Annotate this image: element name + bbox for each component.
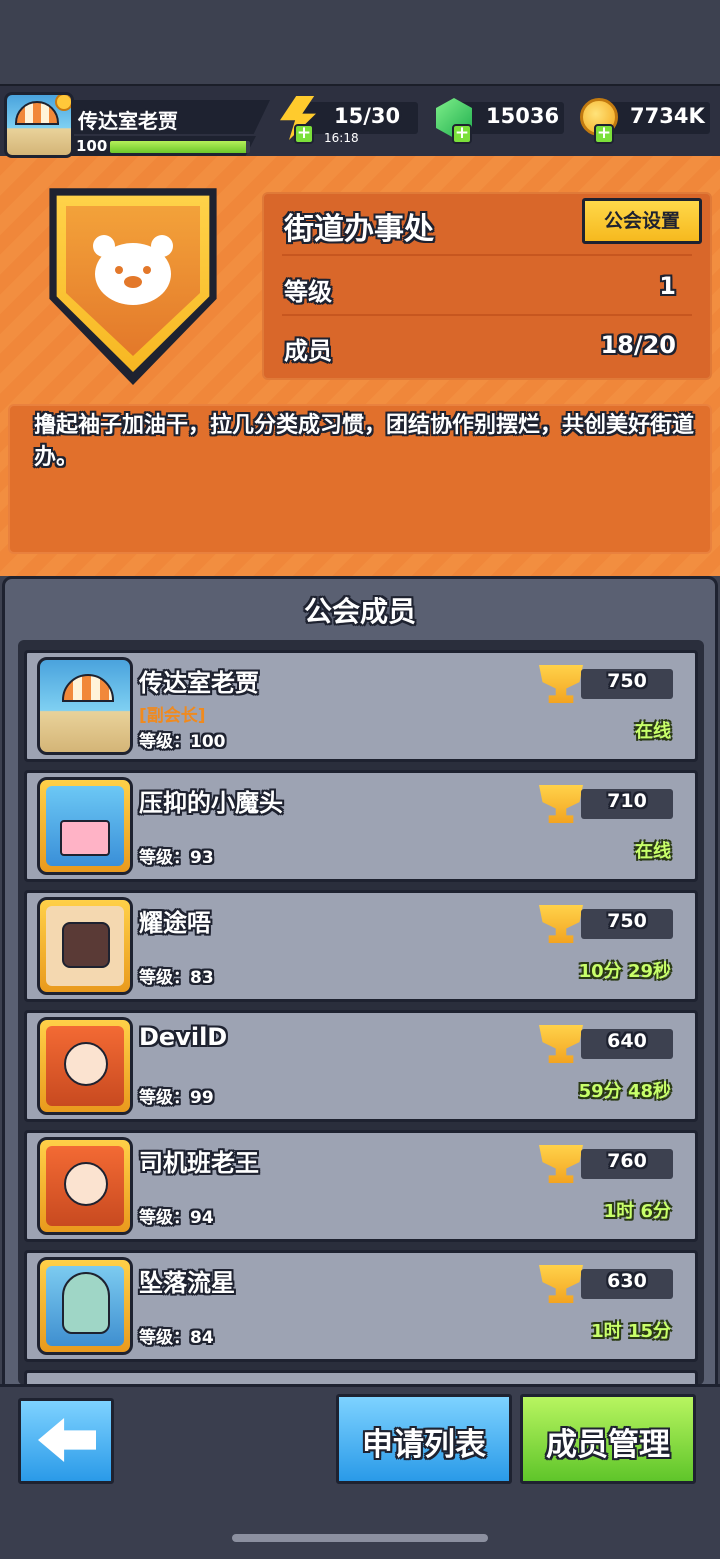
member-row[interactable]: 传达室老贾 [副会长] 等级：100 750 在线 xyxy=(24,650,698,762)
status-bar xyxy=(0,0,720,84)
member-trophies: 750 xyxy=(607,910,647,932)
trophy-icon xyxy=(539,905,583,943)
birthday-cake-avatar xyxy=(37,777,133,875)
squid-icon xyxy=(62,1272,110,1334)
member-level: 等级：94 xyxy=(139,1208,214,1228)
member-level: 等级：100 xyxy=(139,732,226,752)
divider xyxy=(282,254,692,256)
beach-umbrella-avatar xyxy=(37,657,133,755)
member-name: DevilD xyxy=(139,1023,228,1051)
members-title: 公会成员 xyxy=(303,595,416,628)
trophy-icon xyxy=(539,1025,583,1063)
member-manage-label: 成员管理 xyxy=(546,1427,670,1463)
add-gems-button[interactable]: + xyxy=(452,124,472,144)
player-xp-bar xyxy=(110,141,250,153)
trophy-icon xyxy=(539,1145,583,1183)
member-status: 10分 29秒 xyxy=(578,961,671,982)
masked-character-avatar xyxy=(37,897,133,995)
member-level: 等级：84 xyxy=(139,1328,214,1348)
energy-timer: 16:18 xyxy=(324,131,359,145)
member-status: 在线 xyxy=(635,721,671,742)
cake-icon xyxy=(60,820,110,856)
member-row[interactable]: 压抑的小魔头 等级：93 710 在线 xyxy=(24,770,698,882)
apply-list-button[interactable]: 申请列表 xyxy=(336,1394,512,1484)
guild-settings-button[interactable]: 公会设置 xyxy=(582,198,702,244)
member-name: 坠落流星 xyxy=(139,1269,235,1297)
member-trophies: 630 xyxy=(607,1270,647,1292)
face-icon xyxy=(64,1162,108,1206)
member-trophies: 710 xyxy=(607,790,647,812)
beach-umbrella-icon xyxy=(15,101,59,125)
guild-level-value: 1 xyxy=(659,272,676,300)
red-hair-character-avatar xyxy=(37,1017,133,1115)
player-name: 传达室老贾 xyxy=(78,109,178,133)
bear-icon xyxy=(93,235,173,305)
home-indicator xyxy=(232,1534,488,1542)
guild-description: 撸起袖子加油干，拉几分类成习惯，团结协作别摆烂，共创美好街道办。 xyxy=(34,413,695,470)
player-avatar[interactable] xyxy=(4,92,74,158)
red-hair-character-avatar xyxy=(37,1137,133,1235)
member-manage-button[interactable]: 成员管理 xyxy=(520,1394,696,1484)
member-row[interactable]: 坠落流星 等级：84 630 1时 15分 xyxy=(24,1250,698,1362)
squid-character-avatar xyxy=(37,1257,133,1355)
divider xyxy=(282,314,692,316)
member-trophies: 640 xyxy=(607,1030,647,1052)
member-level: 等级：99 xyxy=(139,1088,214,1108)
member-status: 在线 xyxy=(635,841,671,862)
add-energy-button[interactable]: + xyxy=(294,124,314,144)
member-status: 1时 6分 xyxy=(603,1201,671,1222)
guild-members-value: 18/20 xyxy=(600,331,676,359)
trophy-icon xyxy=(539,1265,583,1303)
guild-name: 街道办事处 xyxy=(284,212,434,247)
face-icon xyxy=(64,1042,108,1086)
member-status: 1时 15分 xyxy=(591,1321,671,1342)
member-name: 压抑的小魔头 xyxy=(139,789,283,817)
member-level: 等级：83 xyxy=(139,968,214,988)
member-trophies: 760 xyxy=(607,1150,647,1172)
member-name: 传达室老贾 xyxy=(139,669,259,697)
member-trophies: 750 xyxy=(607,670,647,692)
sun-icon xyxy=(55,95,71,111)
member-level: 等级：93 xyxy=(139,848,214,868)
member-name: 司机班老王 xyxy=(139,1149,259,1177)
gems-value: 15036 xyxy=(486,104,560,128)
player-xp-fill xyxy=(110,141,246,153)
coins-value: 7734K xyxy=(630,104,705,128)
member-role: [副会长] xyxy=(139,706,206,726)
apply-list-label: 申请列表 xyxy=(362,1427,486,1463)
member-name: 耀途唔 xyxy=(139,909,211,937)
guild-members-label: 成员 xyxy=(284,337,332,365)
trophy-icon xyxy=(539,665,583,703)
add-coins-button[interactable]: + xyxy=(594,124,614,144)
member-status: 59分 48秒 xyxy=(578,1081,671,1102)
member-row[interactable]: 司机班老王 等级：94 760 1时 6分 xyxy=(24,1130,698,1242)
member-row[interactable]: 耀途唔 等级：83 750 10分 29秒 xyxy=(24,890,698,1002)
trophy-icon xyxy=(539,785,583,823)
mask-icon xyxy=(62,922,110,968)
energy-value: 15/30 xyxy=(334,104,401,128)
player-level: 100 xyxy=(76,137,108,155)
beach-umbrella-icon xyxy=(62,674,114,702)
member-row[interactable]: DevilD 等级：99 640 59分 48秒 xyxy=(24,1010,698,1122)
members-list[interactable]: 传达室老贾 [副会长] 等级：100 750 在线 压抑的小魔头 等级：93 7… xyxy=(18,640,704,1385)
member-row[interactable] xyxy=(24,1370,698,1385)
guild-level-label: 等级 xyxy=(284,278,332,306)
